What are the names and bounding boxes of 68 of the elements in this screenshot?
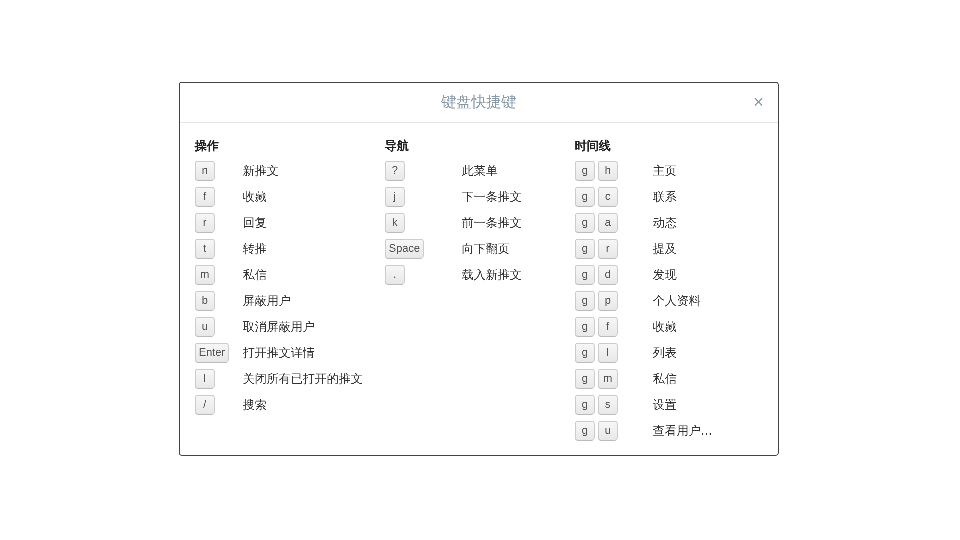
shortcut-description: 私信	[243, 266, 267, 284]
key-cap: g	[575, 343, 595, 363]
section-heading: 导航	[385, 138, 410, 155]
key-cap: p	[598, 291, 618, 311]
section-heading: 操作	[195, 138, 220, 155]
shortcut-description: 载入新推文	[462, 266, 522, 284]
shortcut-description: 前一条推文	[462, 214, 522, 232]
key-cap: g	[575, 187, 595, 207]
key-cap: s	[598, 395, 618, 415]
key-cap: g	[575, 265, 595, 285]
key-cap: f	[598, 317, 618, 337]
key-cap: b	[195, 291, 215, 311]
key-cap: u	[195, 317, 215, 337]
key-cap: g	[575, 317, 595, 337]
shortcut-description: 打开推文详情	[243, 344, 315, 362]
shortcut-description: 联系	[653, 188, 677, 206]
shortcut-description: 动态	[653, 214, 677, 232]
shortcut-description: 收藏	[653, 318, 677, 336]
key-cap: j	[385, 187, 405, 207]
shortcut-description: 发现	[653, 266, 677, 284]
key-cap: m	[598, 369, 618, 389]
shortcut-description: 取消屏蔽用户	[243, 318, 315, 336]
dialog-title: 键盘快捷键	[442, 93, 516, 112]
key-cap: n	[195, 161, 215, 181]
key-cap: a	[598, 213, 618, 233]
key-cap: k	[385, 213, 405, 233]
shortcut-description: 下一条推文	[462, 188, 522, 206]
key-cap: ?	[385, 161, 405, 181]
shortcut-description: 主页	[653, 162, 677, 180]
shortcut-description: 列表	[653, 344, 677, 362]
key-cap: m	[195, 265, 215, 285]
shortcut-description: 向下翻页	[462, 240, 510, 258]
key-cap: d	[598, 265, 618, 285]
shortcut-description: 屏蔽用户	[243, 292, 291, 310]
key-cap: g	[575, 395, 595, 415]
shortcut-description: 回复	[243, 214, 267, 232]
key-cap: u	[598, 421, 618, 441]
key-cap: Space	[385, 239, 424, 259]
shortcut-description: 个人资料	[653, 292, 701, 310]
key-cap: t	[195, 239, 215, 259]
key-cap: /	[195, 395, 215, 415]
shortcut-description: 转推	[243, 240, 267, 258]
key-cap: g	[575, 213, 595, 233]
shortcut-description: 新推文	[243, 162, 279, 180]
key-cap: l	[195, 369, 215, 389]
key-cap: g	[575, 421, 595, 441]
close-button[interactable]: ×	[751, 92, 766, 112]
key-cap: c	[598, 187, 618, 207]
key-cap: Enter	[195, 343, 230, 363]
key-cap: g	[575, 239, 595, 259]
key-cap: h	[598, 161, 618, 181]
key-cap: r	[598, 239, 618, 259]
shortcut-description: 搜索	[243, 396, 267, 414]
shortcut-description: 私信	[653, 370, 677, 388]
key-cap: g	[575, 161, 595, 181]
key-cap: f	[195, 187, 215, 207]
key-cap: g	[575, 369, 595, 389]
key-cap: r	[195, 213, 215, 233]
section-heading: 时间线	[575, 138, 612, 155]
shortcut-description: 提及	[653, 240, 677, 258]
shortcut-description: 此菜单	[462, 162, 498, 180]
shortcut-description: 关闭所有已打开的推文	[243, 370, 363, 388]
shortcut-description: 设置	[653, 396, 677, 414]
shortcut-description: 查看用户...	[653, 422, 712, 440]
key-cap: .	[385, 265, 405, 285]
key-cap: l	[598, 343, 618, 363]
shortcut-description: 收藏	[243, 188, 267, 206]
key-cap: g	[575, 291, 595, 311]
